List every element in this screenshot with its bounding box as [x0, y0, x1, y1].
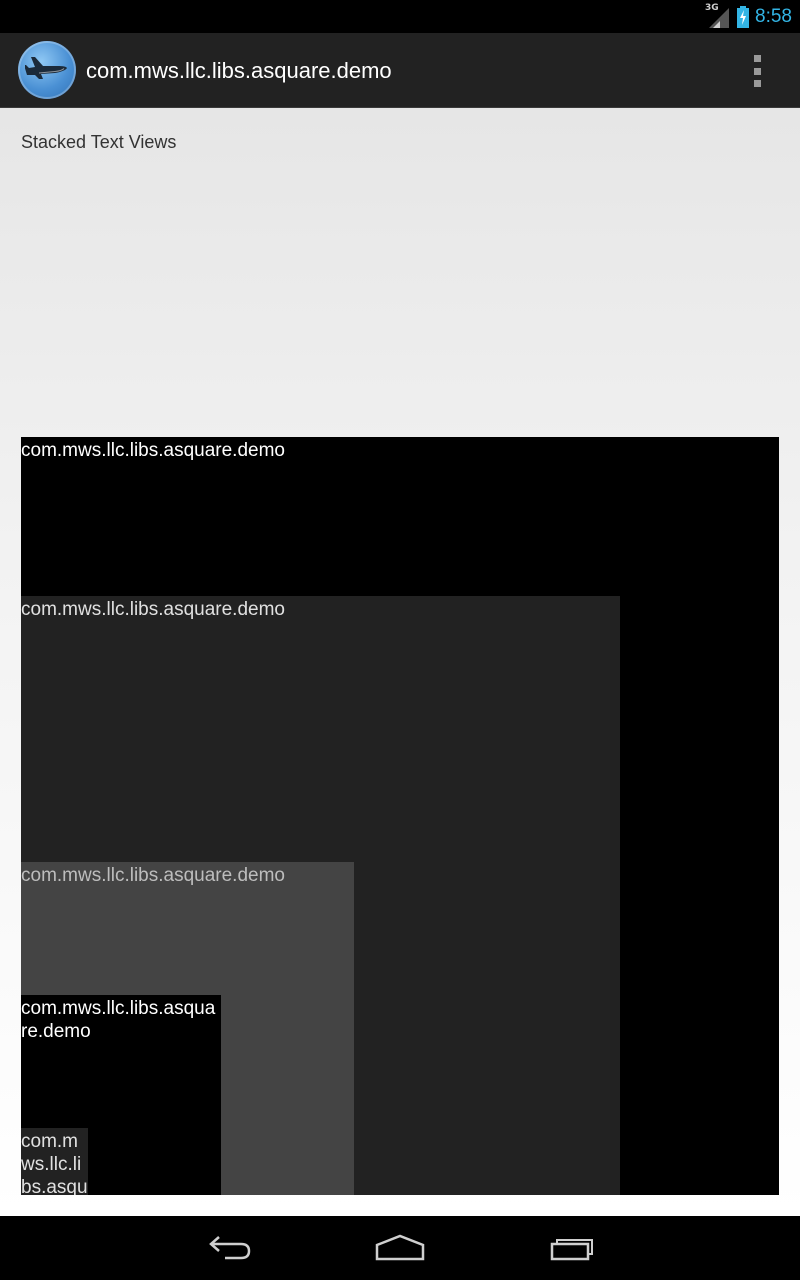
section-label: Stacked Text Views: [21, 132, 177, 152]
signal-icon: 3G: [705, 2, 731, 30]
stacked-text-view-5: com.mws.llc.libs.asquare.demo: [21, 1128, 88, 1195]
airplane-icon[interactable]: [18, 41, 76, 99]
back-icon: [209, 1236, 251, 1260]
overflow-menu-button[interactable]: [742, 55, 772, 87]
action-bar: com.mws.llc.libs.asquare.demo: [0, 33, 800, 108]
recent-apps-icon: [550, 1239, 593, 1261]
overflow-menu-icon: [753, 55, 761, 62]
clock: 8:58: [755, 5, 792, 27]
back-button[interactable]: [200, 1230, 260, 1266]
home-button[interactable]: [370, 1230, 430, 1266]
app-title: com.mws.llc.libs.asquare.demo: [86, 58, 392, 83]
network-type-label: 3G: [705, 2, 719, 13]
home-icon: [375, 1234, 425, 1261]
stacked-text: com.mws.llc.libs.asquare.demo: [21, 440, 285, 461]
battery-charging-icon: [737, 5, 750, 28]
content-area: Stacked Text Views com.mws.llc.libs.asqu…: [0, 108, 800, 1216]
stacked-text: com.mws.llc.libs.asquare.demo: [21, 998, 216, 1042]
status-bar: 3G 8:58: [0, 0, 800, 33]
stacked-text: com.mws.llc.libs.asquare.demo: [21, 599, 285, 620]
stacked-text: com.mws.llc.libs.asquare.demo: [21, 1131, 88, 1195]
navigation-bar: [0, 1216, 800, 1280]
status-icons: 3G 8:58: [705, 0, 792, 33]
recent-apps-button[interactable]: [541, 1230, 601, 1266]
stacked-text: com.mws.llc.libs.asquare.demo: [21, 865, 285, 886]
